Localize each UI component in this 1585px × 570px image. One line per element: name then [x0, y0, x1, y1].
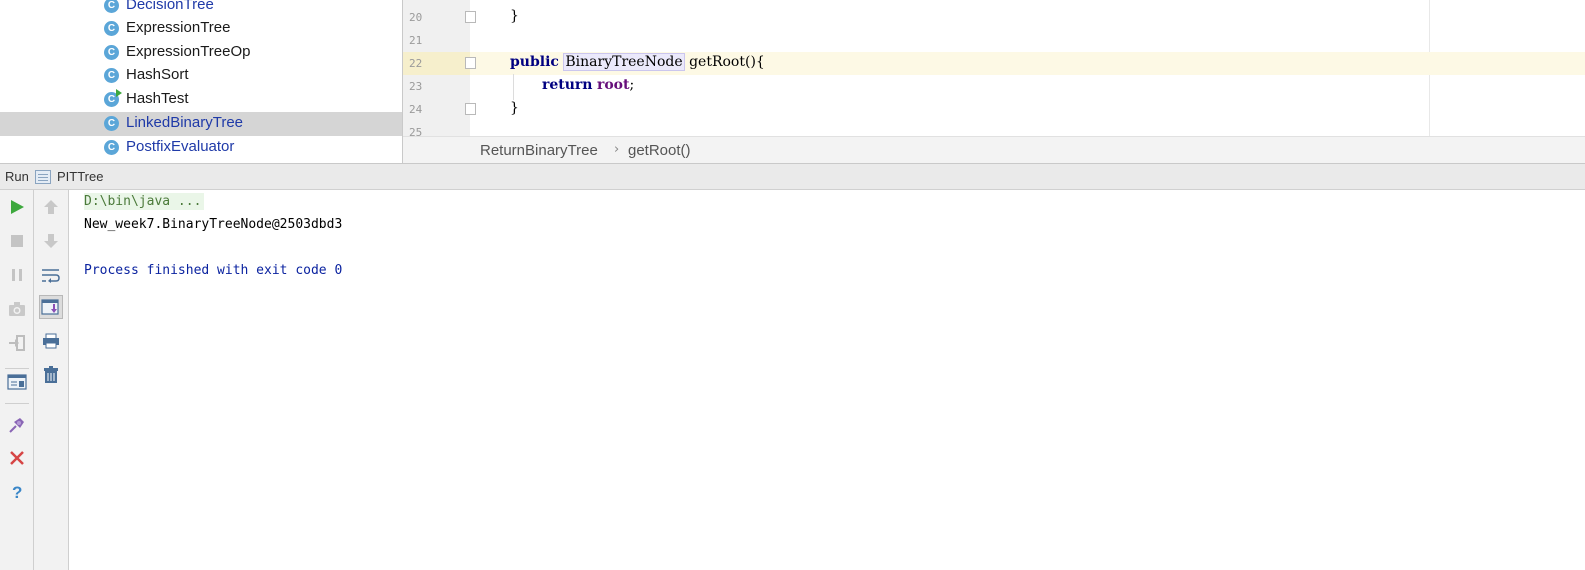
tree-item-label: DecisionTree — [126, 0, 214, 13]
code-line[interactable]: 23 return root; — [403, 75, 1585, 98]
line-number: 21 — [409, 34, 423, 47]
printer-icon — [43, 333, 59, 349]
method-signature: getRoot(){ — [684, 54, 765, 70]
keyword: public — [510, 54, 559, 70]
class-icon: C — [104, 45, 119, 60]
tree-item-postfixevaluator[interactable]: C PostfixEvaluator — [0, 136, 402, 160]
class-icon: C — [104, 21, 119, 36]
scroll-to-end-button[interactable] — [39, 295, 63, 319]
code-line[interactable]: 24 } — [403, 98, 1585, 121]
run-toolbar: ? — [0, 190, 34, 570]
run-configuration-icon — [35, 170, 51, 184]
rerun-button[interactable] — [5, 195, 29, 219]
soft-wrap-icon — [42, 269, 60, 283]
console-exit-line: Process finished with exit code 0 — [84, 263, 343, 278]
arrow-down-icon — [44, 234, 58, 248]
tree-item-label: ExpressionTreeOp — [126, 43, 251, 60]
tree-item-hashsort[interactable]: C HashSort — [0, 64, 402, 88]
runnable-class-icon: C — [104, 89, 122, 107]
up-stack-button[interactable] — [39, 195, 63, 219]
pause-icon — [12, 269, 22, 281]
help-icon: ? — [12, 483, 22, 501]
run-badge-icon — [116, 89, 122, 97]
breadcrumb-class[interactable]: ReturnBinaryTree — [480, 142, 598, 159]
class-icon: C — [104, 116, 119, 131]
toolbar-separator — [5, 368, 29, 369]
exit-icon — [9, 335, 25, 351]
line-number: 20 — [409, 11, 423, 24]
keyword: return — [542, 77, 593, 93]
soft-wrap-button[interactable] — [39, 263, 63, 287]
fold-end-icon[interactable] — [465, 103, 476, 115]
line-number: 22 — [409, 57, 423, 70]
console-output[interactable]: D:\bin\java ... New_week7.BinaryTreeNode… — [69, 190, 1585, 570]
tree-item-linkedbinarytree[interactable]: C LinkedBinaryTree — [0, 112, 402, 136]
tree-item-hashtest[interactable]: C HashTest — [0, 88, 402, 112]
top-area: C DecisionTree C ExpressionTree C Expres… — [0, 0, 1585, 163]
class-icon: C — [104, 68, 119, 83]
layout-icon — [7, 374, 27, 390]
code-line-current[interactable]: 22 public BinaryTreeNode getRoot(){ — [403, 52, 1585, 75]
tree-item-expressiontreeop[interactable]: C ExpressionTreeOp — [0, 41, 402, 65]
print-button[interactable] — [39, 329, 63, 353]
line-number: 24 — [409, 103, 423, 116]
tree-item-label: HashTest — [126, 90, 189, 107]
svg-text:?: ? — [12, 483, 22, 501]
breadcrumb: ReturnBinaryTree › getRoot() — [403, 136, 1585, 163]
code-line[interactable]: 25 — [403, 121, 1585, 136]
tree-item-label: LinkedBinaryTree — [126, 114, 244, 131]
type-reference[interactable]: BinaryTreeNode — [563, 53, 685, 71]
code-text: } — [510, 100, 519, 116]
indent-guide — [513, 74, 514, 100]
stop-icon — [11, 235, 23, 247]
breadcrumb-separator: › — [614, 142, 620, 157]
console-output-line: New_week7.BinaryTreeNode@2503dbd3 — [84, 217, 343, 232]
class-icon: C — [104, 140, 119, 155]
exit-button[interactable] — [5, 331, 29, 355]
fold-start-icon[interactable] — [465, 57, 476, 69]
code-line[interactable]: 21 — [403, 29, 1585, 52]
close-icon — [10, 451, 24, 465]
code-text: } — [510, 8, 519, 24]
breadcrumb-method[interactable]: getRoot() — [628, 142, 691, 159]
pause-button[interactable] — [5, 263, 29, 287]
code-text: return root; — [542, 77, 635, 93]
run-icon — [11, 200, 24, 214]
code-text: } — [510, 0, 537, 1]
tree-item-label: PostfixEvaluator — [126, 138, 235, 155]
pin-tab-button[interactable] — [5, 413, 29, 437]
clear-all-button[interactable] — [39, 363, 63, 387]
line-number: 19 — [409, 0, 422, 1]
pin-icon — [9, 418, 24, 433]
run-panel-header: Run PITTree — [0, 163, 1585, 190]
run-configuration-tab[interactable]: PITTree — [57, 169, 103, 184]
down-stack-button[interactable] — [39, 229, 63, 253]
scroll-to-end-icon — [41, 299, 59, 315]
trash-icon — [44, 366, 58, 383]
code-editor[interactable]: 19 } 20 } 21 22 public BinaryTreeNode ge… — [403, 0, 1585, 136]
fold-end-icon[interactable] — [465, 11, 476, 23]
console-command-line[interactable]: D:\bin\java ... — [84, 193, 205, 210]
project-tree: C DecisionTree C ExpressionTree C Expres… — [0, 0, 402, 163]
toolbar-separator — [5, 403, 29, 404]
console-toolbar — [34, 190, 69, 570]
dump-threads-button[interactable] — [5, 297, 29, 321]
line-number: 25 — [409, 126, 423, 136]
field-reference[interactable]: root — [597, 77, 630, 93]
class-icon: C — [104, 0, 119, 13]
stop-button[interactable] — [5, 229, 29, 253]
code-text: public BinaryTreeNode getRoot(){ — [510, 53, 765, 71]
camera-icon — [9, 302, 25, 316]
tree-item-label: HashSort — [126, 66, 189, 83]
code-line[interactable]: 20 } — [403, 6, 1585, 29]
tree-item-decisiontree[interactable]: C DecisionTree — [0, 0, 402, 18]
run-panel-title: Run — [5, 169, 29, 184]
restore-layout-button[interactable] — [5, 370, 29, 394]
tree-item-label: ExpressionTree — [126, 19, 231, 36]
arrow-up-icon — [44, 200, 58, 214]
help-button[interactable]: ? — [5, 480, 29, 504]
line-number: 23 — [409, 80, 423, 93]
tree-item-expressiontree[interactable]: C ExpressionTree — [0, 17, 402, 41]
close-button[interactable] — [5, 446, 29, 470]
